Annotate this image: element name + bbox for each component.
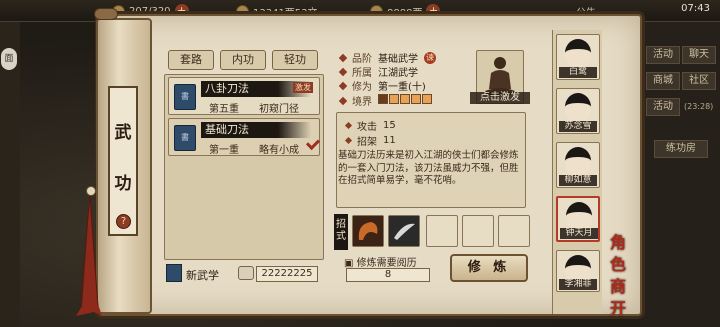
attack-value: 15 — [383, 120, 396, 131]
rank-seal-icon: 谏 — [424, 51, 436, 64]
diamond-icon — [338, 81, 348, 90]
portrait-face — [565, 147, 591, 175]
portrait-face — [565, 93, 591, 121]
clock: 07:43 — [681, 3, 710, 14]
character-portrait-selected[interactable]: 钟天月 — [556, 196, 600, 242]
realm-label: 境界 — [352, 97, 372, 108]
menu-community[interactable]: 社区 — [682, 72, 716, 90]
cultivation-value: 第一重(十) — [378, 82, 426, 93]
realm-segment — [400, 94, 410, 104]
art-name: 基础刀法 — [201, 122, 311, 138]
tassel-knot — [86, 186, 96, 196]
tassel-decoration — [76, 196, 102, 316]
art-progress: 略有小成 — [259, 145, 299, 156]
scroll-title-char: 武 — [114, 123, 132, 143]
training-room-button[interactable]: 练功房 — [654, 140, 708, 158]
skill-slot-empty[interactable] — [462, 215, 494, 247]
character-portrait[interactable]: 苏念雪 — [556, 88, 600, 134]
school-row: 所属 江湖武学 — [338, 64, 418, 79]
parry-stat: 招架 11 — [344, 133, 396, 148]
book-icon: 書 — [174, 125, 196, 151]
art-level: 第一重 — [209, 145, 239, 156]
train-requirement-label: ▣ 修炼需要阅历 — [344, 254, 417, 269]
diamond-icon — [338, 53, 348, 62]
blade-swirl-icon — [353, 216, 383, 246]
tab-lightness[interactable]: 轻功 — [272, 50, 318, 70]
character-name: 白鹭 — [559, 67, 597, 78]
character-name: 李湘菲 — [559, 279, 597, 290]
attack-label: 攻击 — [357, 122, 377, 133]
skill-slot-empty[interactable] — [498, 215, 530, 247]
new-arts-book-icon — [166, 264, 182, 282]
tab-routines[interactable]: 套路 — [168, 50, 214, 70]
diamond-icon — [338, 96, 348, 105]
event-timer: (23:28) — [684, 102, 714, 111]
cultivation-row: 修为 第一重(十) — [338, 78, 426, 93]
activate-hint[interactable]: 点击激发 — [470, 92, 530, 104]
school-value: 江湖武学 — [378, 68, 418, 79]
diamond-icon — [344, 121, 353, 130]
school-label: 所属 — [352, 68, 372, 79]
diamond-icon — [338, 67, 348, 76]
menu-shop[interactable]: 商城 — [646, 72, 680, 90]
realm-row: 境界 — [338, 93, 433, 108]
realm-progress-bar — [378, 94, 433, 107]
cultivation-label: 修为 — [352, 82, 372, 93]
character-portrait[interactable]: 白鹭 — [556, 34, 600, 80]
attack-stat: 攻击 15 — [344, 118, 396, 133]
character-hall-button[interactable]: 角色 商开 — [604, 232, 632, 318]
portrait-face — [565, 39, 591, 67]
help-icon[interactable]: ? — [116, 214, 131, 229]
realm-segment — [411, 94, 421, 104]
tab-internal[interactable]: 内功 — [220, 50, 266, 70]
right-side-menu: 活动 聊天 商城 社区 活动 (23:28) 练功房 — [640, 22, 720, 327]
menu-chat[interactable]: 聊天 — [682, 46, 716, 64]
slash-icon — [389, 216, 419, 246]
realm-segment — [389, 94, 399, 104]
left-side-button[interactable]: 面 — [1, 48, 17, 70]
art-description: 基础刀法历来是初入江湖的侠士们都会修炼的一套入门刀法，该刀法虽威力不强，但胜在招… — [338, 150, 519, 186]
character-name: 钟天月 — [560, 228, 598, 239]
scroll-title-char: 功 — [114, 174, 132, 194]
list-item-bagua-blade[interactable]: 書 八卦刀法 激发 第五重 初窥门径 — [168, 77, 320, 115]
realm-segment — [422, 94, 432, 104]
train-button[interactable]: 修 炼 — [450, 254, 528, 282]
character-portrait[interactable]: 柳如意 — [556, 142, 600, 188]
book-icon: 書 — [174, 84, 196, 110]
character-portrait[interactable]: 李湘菲 — [556, 250, 600, 292]
parry-label: 招架 — [357, 137, 377, 148]
art-level: 第五重 — [209, 104, 239, 115]
skill-slot-slash[interactable] — [388, 215, 420, 247]
diamond-icon — [344, 136, 353, 145]
train-req-value: 8 — [346, 268, 430, 282]
rank-row: 品阶 基础武学 谏 — [338, 50, 436, 65]
skill-slot-fire[interactable] — [352, 215, 384, 247]
menu-activity[interactable]: 活动 — [646, 46, 680, 64]
rank-label: 品阶 — [352, 54, 372, 65]
scroll-rod-cap — [94, 8, 118, 20]
parry-value: 11 — [383, 135, 396, 146]
coin-icon — [238, 266, 254, 280]
portrait-face — [566, 202, 592, 230]
menu-event[interactable]: 活动 — [646, 98, 680, 116]
character-name: 苏念雪 — [559, 121, 597, 132]
activated-badge: 激发 — [293, 82, 313, 93]
list-item-basic-blade[interactable]: 書 基础刀法 第一重 略有小成 — [168, 118, 321, 156]
new-arts-label[interactable]: 新武学 — [186, 267, 219, 283]
art-progress: 初窥门径 — [259, 104, 299, 115]
rank-value: 基础武学 — [378, 54, 418, 65]
realm-segment — [378, 94, 388, 104]
new-arts-value: 22222225 — [256, 266, 318, 282]
skill-slot-empty[interactable] — [426, 215, 458, 247]
character-name: 柳如意 — [559, 175, 597, 186]
skills-label: 招式 — [334, 214, 348, 250]
selected-check-icon — [305, 135, 321, 151]
